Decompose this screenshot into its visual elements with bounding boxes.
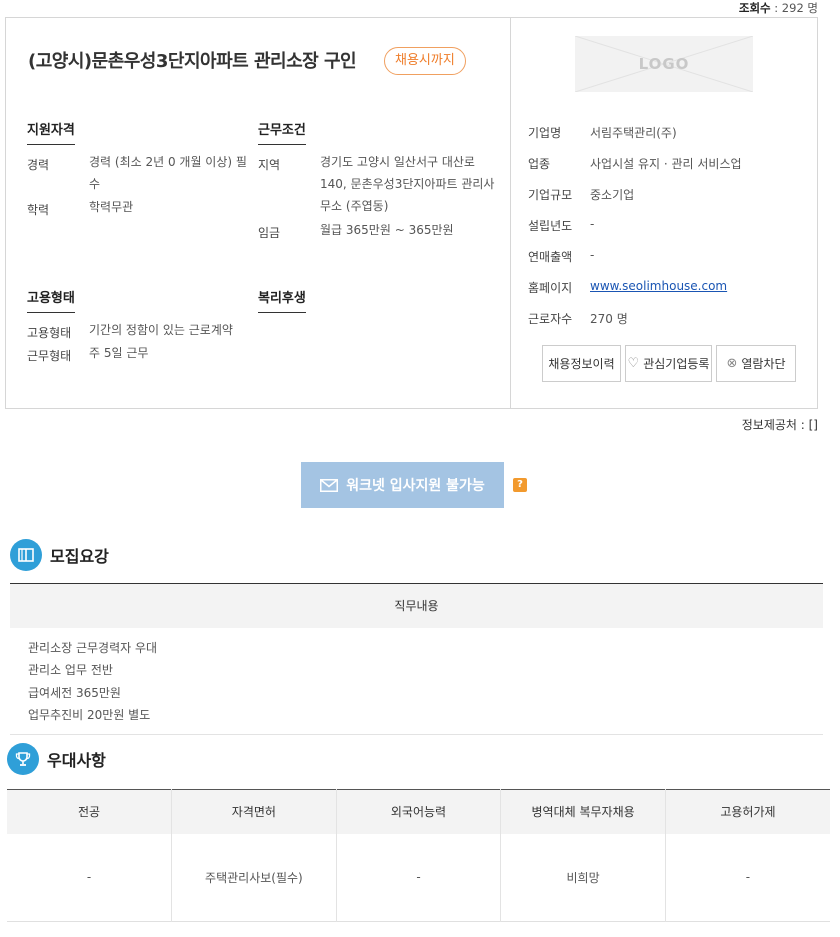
- block-view-button[interactable]: ⊗ 열람차단: [716, 345, 796, 382]
- favorite-company-button[interactable]: ♡ 관심기업등록: [625, 345, 712, 382]
- company-homepage-link[interactable]: www.seolimhouse.com: [590, 279, 727, 293]
- favorite-company-label: 관심기업등록: [643, 357, 710, 371]
- apply-button-label: 워크넷 입사지원 불가능: [346, 478, 485, 494]
- company-label-revenue: 연매출액: [528, 250, 573, 264]
- company-label-industry: 업종: [528, 157, 551, 171]
- view-count: 조회수 : 292 명: [739, 0, 818, 16]
- qualification-label-career: 경력: [27, 158, 50, 172]
- company-value-size: 중소기업: [590, 188, 635, 202]
- duty-table: 직무내용: [10, 583, 823, 628]
- preference-section-title: 우대사항: [47, 751, 106, 770]
- conditions-label-wage: 임금: [258, 226, 281, 240]
- preference-value-military: 비희망: [500, 833, 666, 922]
- trophy-icon: [7, 743, 39, 775]
- hiring-history-label: 채용정보이력: [548, 357, 615, 371]
- duty-line: 관리소장 근무경력자 우대: [28, 641, 158, 655]
- duty-line: 관리소 업무 전반: [28, 663, 113, 678]
- preference-value-license: 주택관리사보(필수): [171, 833, 337, 922]
- info-source: 정보제공처 : []: [741, 418, 818, 432]
- employment-value-schedule: 주 5일 근무: [89, 346, 149, 360]
- conditions-title: 근무조건: [258, 119, 306, 145]
- employment-label-type: 고용형태: [27, 326, 72, 340]
- preference-value-permit: -: [745, 870, 751, 885]
- duty-content: 관리소장 근무경력자 우대 관리소 업무 전반 급여세전 365만원 업무추진비…: [28, 637, 157, 726]
- block-icon: ⊗: [726, 356, 738, 371]
- preference-header-license: 자격면허: [171, 789, 337, 834]
- conditions-value-wage: 월급 365만원 ~ 365만원: [320, 223, 454, 237]
- company-label-homepage: 홈페이지: [528, 281, 573, 295]
- company-label-founded: 설립년도: [528, 219, 573, 233]
- hiring-history-button[interactable]: 채용정보이력: [542, 345, 621, 382]
- preference-table: 전공 자격면허 외국어능력 병역대체 복무자채용 고용허가제 - 주택관리사보(…: [7, 789, 830, 922]
- recruit-section-title: 모집요강: [50, 547, 109, 566]
- preference-header-row: 전공 자격면허 외국어능력 병역대체 복무자채용 고용허가제: [7, 789, 830, 834]
- envelope-icon: [320, 478, 339, 492]
- welfare-title: 복리후생: [258, 287, 306, 313]
- heart-icon: ♡: [627, 356, 640, 371]
- view-count-label: 조회수: [738, 1, 771, 15]
- preference-header-language: 외국어능력: [336, 789, 502, 834]
- employment-value-type: 기간의 정함이 있는 근로계약: [89, 323, 233, 337]
- preference-header-major: 전공: [7, 789, 173, 834]
- qualification-title: 지원자격: [27, 119, 75, 145]
- qualification-label-education: 학력: [27, 203, 50, 217]
- company-value-name: 서림주택관리(주): [590, 126, 677, 140]
- recruit-section-header: 모집요강: [10, 539, 109, 571]
- company-value-employees: 270 명: [590, 312, 628, 326]
- company-label-employees: 근로자수: [528, 312, 573, 326]
- company-info: LOGO 기업명 서림주택관리(주) 업종 사업시설 유지 · 관리 서비스업 …: [511, 18, 817, 408]
- preference-value-language: -: [336, 833, 502, 922]
- conditions-value-region: 경기도 고양시 일산서구 대산로 140, 문촌우성3단지아파트 관리사무소 (…: [320, 155, 495, 213]
- company-label-name: 기업명: [528, 126, 562, 140]
- duty-line: 급여세전 365만원: [28, 685, 121, 700]
- preference-value-major: -: [7, 833, 173, 922]
- duty-header: 직무내용: [10, 584, 823, 628]
- job-summary-box: (고양시)문촌우성3단지아파트 관리소장 구인 채용시까지 지원자격 경력 경력…: [5, 17, 818, 409]
- employment-label-schedule: 근무형태: [27, 349, 72, 363]
- qualification-value-career: 경력 (최소 2년 0 개월 이상) 필수: [89, 155, 247, 191]
- book-icon: [10, 539, 42, 571]
- view-count-value: : 292 명: [774, 1, 818, 15]
- logo-text: LOGO: [638, 55, 690, 73]
- qualification-value-education: 학력무관: [89, 200, 134, 214]
- job-summary-left: (고양시)문촌우성3단지아파트 관리소장 구인 채용시까지 지원자격 경력 경력…: [6, 18, 511, 408]
- preference-value-row: - 주택관리사보(필수) - 비희망 -: [7, 833, 830, 922]
- company-label-size: 기업규모: [528, 188, 573, 202]
- employment-title: 고용형태: [27, 287, 75, 313]
- company-logo: LOGO: [575, 36, 753, 92]
- preference-header-permit: 고용허가제: [665, 789, 830, 834]
- preference-header-military: 병역대체 복무자채용: [500, 789, 666, 834]
- apply-button[interactable]: 워크넷 입사지원 불가능: [301, 462, 504, 508]
- status-badge: 채용시까지: [384, 47, 466, 75]
- duty-line: 업무추진비 20만원 별도: [28, 707, 151, 722]
- company-value-revenue: -: [590, 248, 595, 262]
- section-divider: [10, 734, 823, 735]
- company-value-founded: -: [590, 217, 595, 231]
- block-view-label: 열람차단: [741, 357, 786, 371]
- conditions-label-region: 지역: [258, 158, 281, 172]
- help-icon[interactable]: ?: [513, 478, 527, 492]
- preference-section-header: 우대사항: [7, 743, 106, 775]
- company-value-industry: 사업시설 유지 · 관리 서비스업: [590, 157, 742, 171]
- job-title: (고양시)문촌우성3단지아파트 관리소장 구인: [28, 51, 357, 72]
